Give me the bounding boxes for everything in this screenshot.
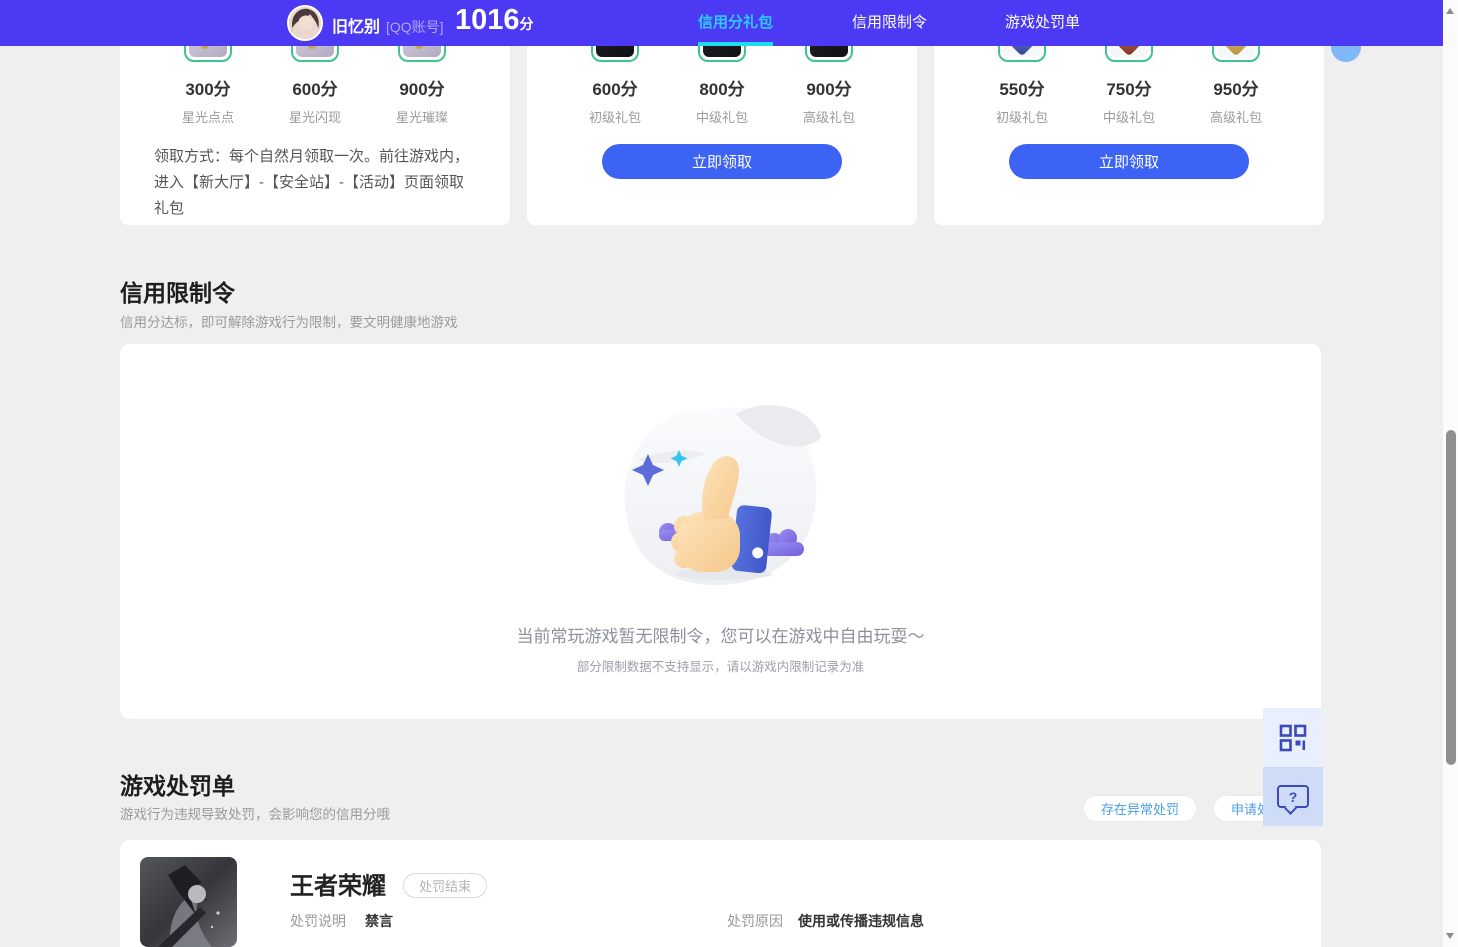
gift-name: 星光闪现 [288, 110, 341, 125]
restriction-section-subtitle: 信用分达标，即可解除游戏行为限制，要文明健康地游戏 [120, 315, 458, 330]
claim-instructions: 领取方式：每个自然月领取一次。前往游戏内，进入【新大厅】-【安全站】-【活动】页… [154, 148, 470, 217]
game-title: 王者荣耀 [290, 873, 386, 900]
game-thumbnail [140, 857, 237, 947]
punishment-reason-value: 使用或传播违规信息 [798, 913, 924, 929]
gift-score: 800分 [699, 80, 745, 99]
gift-score: 950分 [1213, 80, 1259, 99]
credit-score-unit: 分 [519, 16, 534, 32]
gift-name: 初级礼包 [588, 110, 641, 125]
floating-tool-panel: ? [1263, 708, 1323, 826]
punishment-reason-label: 处罚原因 [727, 913, 783, 929]
gift-name: 星光点点 [181, 110, 234, 125]
gift-score: 600分 [592, 80, 638, 99]
abnormal-punishment-button[interactable]: 存在异常处罚 [1083, 795, 1198, 822]
gift-score: 900分 [806, 80, 852, 99]
thumbs-up-illustration [624, 405, 821, 586]
user-name-block: 旧忆别 [QQ账号] [332, 13, 444, 37]
gift-name: 中级礼包 [695, 110, 748, 125]
qr-code-icon [1279, 724, 1307, 751]
gift-score: 750分 [1106, 80, 1152, 99]
gift-name: 初级礼包 [995, 110, 1048, 125]
top-header: 旧忆别 [QQ账号] 1016分 信用分礼包 信用限制令 游戏处罚单 [0, 0, 1443, 46]
punishment-desc-label: 处罚说明 [290, 913, 346, 929]
punishment-section-subtitle: 游戏行为违规导致处罚，会影响您的信用分哦 [120, 807, 390, 822]
punishment-section-title: 游戏处罚单 [120, 773, 235, 799]
triangle-up-icon[interactable] [1446, 8, 1454, 14]
gift-name: 中级礼包 [1102, 110, 1155, 125]
gift-name: 高级礼包 [802, 110, 855, 125]
gift-score: 600分 [292, 80, 338, 99]
credit-score: 1016分 [455, 4, 534, 37]
gift-name: 星光璀璨 [395, 110, 448, 125]
punishment-record-card: 王者荣耀 处罚结束 处罚说明 禁言 处罚原因 使用或传播违规信息 [120, 840, 1321, 947]
claim-now-button[interactable]: 立即领取 [1009, 144, 1249, 179]
restriction-section-title: 信用限制令 [120, 280, 235, 306]
tab-game-punishment[interactable]: 游戏处罚单 [1005, 0, 1080, 46]
gift-name: 高级礼包 [1209, 110, 1262, 125]
page-content: 300分 星光点点 600分 星光闪现 900分 星光璀璨 领取方式：每个自然月… [0, 0, 1443, 947]
tab-credit-restriction[interactable]: 信用限制令 [852, 0, 927, 46]
user-avatar [287, 5, 323, 41]
help-button[interactable]: ? [1263, 767, 1323, 826]
gift-score: 900分 [399, 80, 445, 99]
account-type: [QQ账号] [386, 19, 444, 35]
user-name: 旧忆别 [332, 19, 381, 36]
restriction-empty-panel: 当前常玩游戏暂无限制令，您可以在游戏中自由玩耍～ 部分限制数据不支持显示，请以游… [120, 344, 1321, 719]
vertical-scrollbar[interactable] [1443, 0, 1458, 947]
credit-score-number: 1016 [455, 4, 520, 36]
claim-now-button[interactable]: 立即领取 [602, 144, 842, 179]
help-icon: ? [1277, 785, 1309, 815]
tab-credit-gift[interactable]: 信用分礼包 [698, 0, 773, 46]
triangle-down-icon[interactable] [1446, 933, 1454, 939]
gift-score: 300分 [185, 80, 231, 99]
punishment-desc-value: 禁言 [365, 913, 393, 929]
gift-score: 550分 [999, 80, 1045, 99]
empty-state-message: 当前常玩游戏暂无限制令，您可以在游戏中自由玩耍～ [516, 627, 925, 646]
active-tab-underline [698, 42, 773, 46]
punishment-status-badge: 处罚结束 [403, 873, 488, 898]
qr-code-button[interactable] [1263, 708, 1323, 767]
scrollbar-thumb[interactable] [1445, 430, 1456, 765]
empty-state-note: 部分限制数据不支持显示，请以游戏内限制记录为准 [576, 660, 865, 674]
